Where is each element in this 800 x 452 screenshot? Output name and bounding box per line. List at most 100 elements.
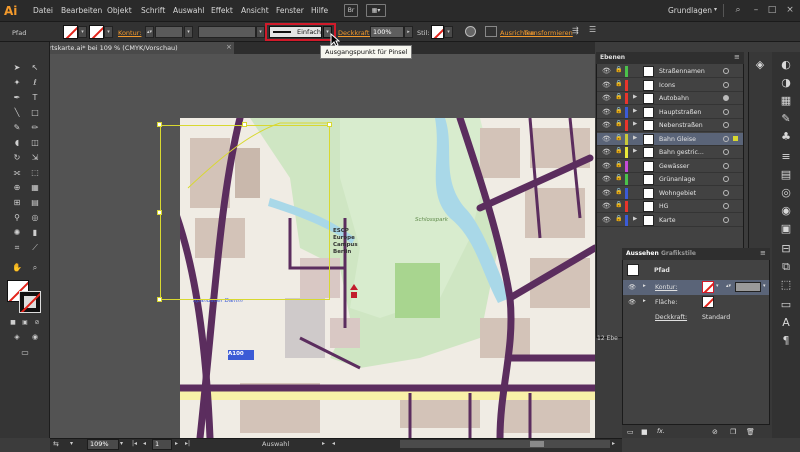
eye-icon[interactable]: 👁	[602, 148, 611, 156]
lock-icon[interactable]: 🔒	[615, 107, 622, 115]
lock-icon[interactable]: 🔒	[615, 188, 622, 196]
bridge-icon[interactable]: Br	[344, 4, 358, 17]
character-icon[interactable]: A	[779, 316, 793, 330]
free-transform-tool-icon[interactable]: ⬚	[29, 167, 41, 178]
artboard-nav-icon[interactable]: ⇆	[53, 440, 63, 449]
menu-objekt[interactable]: Objekt	[107, 6, 132, 15]
eyedropper-tool-icon[interactable]: ⚲	[11, 212, 23, 223]
pencil-tool-icon[interactable]: ✏	[29, 122, 41, 133]
eye-icon[interactable]: 👁	[602, 216, 611, 224]
layer-target-icon[interactable]	[723, 68, 729, 74]
blob-brush-tool-icon[interactable]: ◖	[11, 137, 23, 148]
stroke-weight-field[interactable]	[735, 282, 761, 292]
layer-name[interactable]: HG	[659, 203, 668, 210]
lock-icon[interactable]: 🔒	[615, 66, 622, 74]
fill-color-swatch[interactable]	[702, 296, 714, 308]
direct-selection-tool-icon[interactable]: ↖	[29, 62, 41, 73]
handle-bottom-left[interactable]	[157, 297, 162, 302]
add-fill-icon[interactable]: ■	[641, 428, 648, 436]
layer-name[interactable]: Bahn Gleise	[659, 136, 696, 143]
paintbrush-tool-icon[interactable]: ✎	[11, 122, 23, 133]
transform-panel-icon[interactable]: ⬚	[779, 278, 793, 292]
lasso-tool-icon[interactable]: ℓ	[29, 77, 41, 88]
layer-name[interactable]: Straßennamen	[659, 68, 705, 75]
lock-icon[interactable]: 🔒	[615, 201, 622, 209]
opacity-dropdown-icon[interactable]: ▸	[404, 26, 413, 38]
layer-target-icon[interactable]	[723, 162, 729, 169]
layer-target-icon[interactable]	[723, 108, 729, 115]
layer-name[interactable]: Nebenstraßen	[659, 122, 703, 129]
delete-item-icon[interactable]: 🗑	[746, 428, 755, 436]
layers-panel-icon[interactable]: ◈	[753, 58, 767, 72]
handle-top-left[interactable]	[157, 122, 162, 127]
stroke-color-swatch[interactable]	[702, 281, 714, 293]
layer-row[interactable]: 👁 🔒 ▶ Bahn gestric...	[597, 146, 743, 159]
layer-target-icon[interactable]	[723, 216, 729, 223]
layer-row[interactable]: 👁 🔒 ▶ Hauptstraßen	[597, 106, 743, 119]
color-guide-icon[interactable]: ◑	[779, 76, 793, 90]
status-menu-icon[interactable]: ▸	[322, 440, 325, 447]
layer-name[interactable]: Hauptstraßen	[659, 109, 701, 116]
brushes-icon[interactable]: ✎	[779, 112, 793, 126]
layer-name[interactable]: Autobahn	[659, 95, 689, 102]
artboard-tool-icon[interactable]: ⌗	[11, 242, 23, 253]
minimize-icon[interactable]: –	[748, 3, 764, 17]
maximize-icon[interactable]: □	[764, 3, 780, 17]
isolate-icon[interactable]: ⇶	[572, 26, 586, 37]
layer-target-icon[interactable]	[723, 176, 729, 182]
fill-swatch[interactable]	[63, 25, 78, 39]
layer-target-icon[interactable]	[723, 189, 729, 196]
stroke-link[interactable]: Kontur:	[118, 29, 141, 37]
horizontal-scroll-thumb[interactable]	[530, 441, 544, 447]
zoom-tool-icon[interactable]: ⌕	[29, 262, 41, 273]
color-panel-icon[interactable]: ◐	[779, 58, 793, 72]
duplicate-item-icon[interactable]: ❐	[730, 428, 736, 436]
artboard-number-field[interactable]: 1	[152, 439, 172, 450]
pen-tool-icon[interactable]: ✒	[11, 92, 23, 103]
stroke-panel-icon[interactable]: ≡	[779, 150, 793, 164]
stroke-weight-stepper[interactable]: ▴▾	[145, 26, 154, 38]
lock-icon[interactable]: 🔒	[615, 120, 622, 128]
menu-hilfe[interactable]: Hilfe	[311, 6, 328, 15]
artboards-icon[interactable]: ▭	[779, 298, 793, 312]
eye-icon[interactable]: 👁	[602, 202, 611, 210]
workspace-switcher[interactable]: Grundlagen	[668, 6, 712, 15]
blend-tool-icon[interactable]: ◎	[29, 212, 41, 223]
stroke-color-dropdown-icon[interactable]: ▾	[716, 283, 719, 289]
selection-tool-icon[interactable]: ➤	[11, 62, 23, 73]
menu-schrift[interactable]: Schrift	[141, 6, 165, 15]
layer-target-icon[interactable]	[723, 95, 729, 101]
next-artboard-icon[interactable]: ▸	[175, 440, 178, 447]
layer-selection-indicator[interactable]	[733, 135, 738, 141]
eye-icon[interactable]: 👁	[602, 108, 611, 116]
rectangle-tool-icon[interactable]: □	[29, 107, 41, 118]
color-mode-icon[interactable]: ■	[7, 317, 19, 328]
eye-icon[interactable]: 👁	[602, 175, 611, 183]
expand-layer-icon[interactable]: ▶	[633, 94, 637, 100]
fill-dropdown-icon[interactable]: ▾	[78, 26, 87, 38]
lock-icon[interactable]: 🔒	[615, 147, 622, 155]
gradient-tool-icon[interactable]: ▤	[29, 197, 41, 208]
column-graph-tool-icon[interactable]: ▮	[29, 227, 41, 238]
layers-panel-menu-icon[interactable]: ≡	[734, 53, 740, 61]
appearance-panel-menu-icon[interactable]: ≡	[760, 249, 766, 257]
expand-layer-icon[interactable]: ▶	[633, 108, 637, 114]
layer-row[interactable]: 👁 🔒 ▶ Karte	[597, 214, 743, 227]
transparency-icon[interactable]: ◎	[779, 186, 793, 200]
layer-target-icon[interactable]	[723, 149, 729, 155]
layers-panel-title[interactable]: Ebenen	[600, 54, 625, 61]
menu-datei[interactable]: Datei	[33, 6, 53, 15]
style-dropdown-icon[interactable]: ▾	[444, 26, 453, 38]
expand-layer-icon[interactable]: ▶	[633, 135, 637, 141]
appearance-opacity-link[interactable]: Deckkraft:	[655, 314, 687, 321]
layer-name[interactable]: Karte	[659, 217, 676, 224]
transform-link[interactable]: Transformieren	[524, 29, 573, 37]
paragraph-icon[interactable]: ¶	[779, 334, 793, 348]
width-tool-icon[interactable]: ⟗	[11, 167, 23, 178]
layer-row[interactable]: 👁 🔒 Gewässer	[597, 160, 743, 173]
layer-name[interactable]: Gewässer	[659, 163, 689, 170]
layer-target-icon[interactable]	[723, 203, 729, 209]
layer-name[interactable]: Icons	[659, 82, 675, 89]
layer-row[interactable]: 👁 🔒 ▶ Bahn Gleise	[597, 132, 743, 146]
draw-mode-icon[interactable]: ◈	[11, 332, 23, 343]
